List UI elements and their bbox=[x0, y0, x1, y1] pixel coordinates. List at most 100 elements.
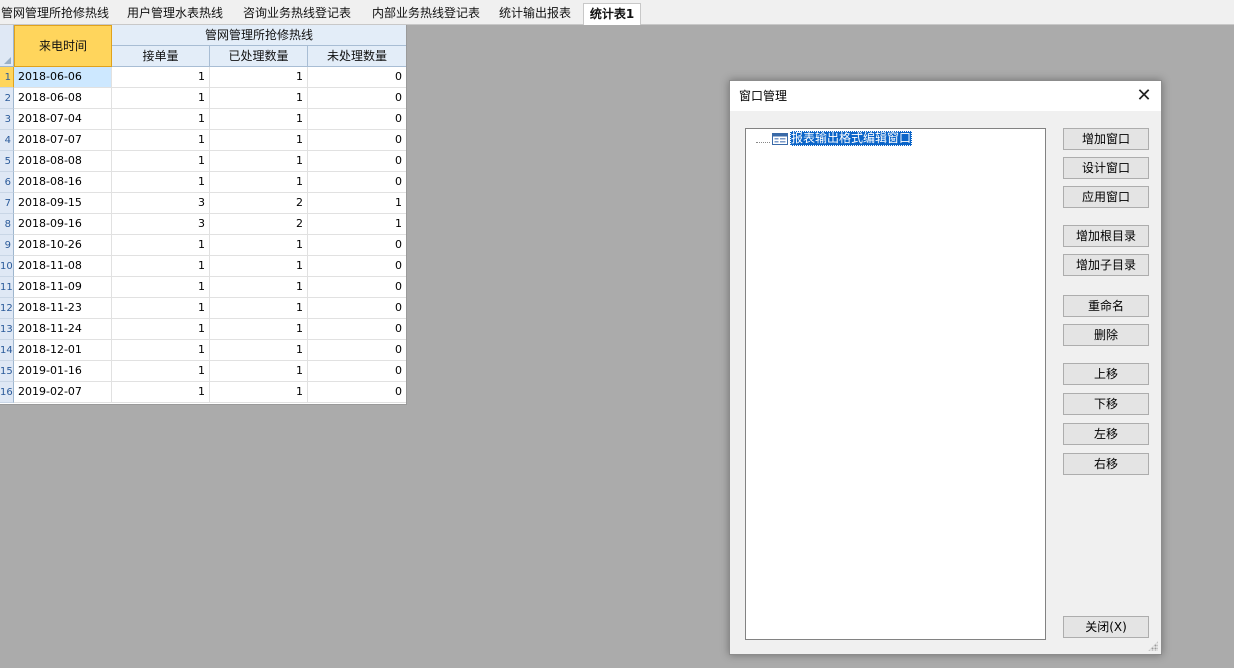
grid-select-all-corner[interactable] bbox=[0, 25, 14, 67]
tab-internal-hotline[interactable]: 内部业务热线登记表 bbox=[367, 3, 485, 24]
dialog-titlebar[interactable]: 窗口管理 ✕ bbox=[730, 81, 1161, 111]
cell-unprocessed[interactable]: 0 bbox=[308, 361, 406, 382]
close-icon[interactable]: ✕ bbox=[1133, 85, 1155, 107]
tab-user-water-meter[interactable]: 用户管理水表热线 bbox=[122, 3, 228, 24]
cell-received[interactable]: 1 bbox=[112, 298, 210, 319]
cell-processed[interactable]: 1 bbox=[210, 277, 308, 298]
cell-received[interactable]: 1 bbox=[112, 382, 210, 403]
cell-unprocessed[interactable]: 1 bbox=[308, 193, 406, 214]
row-header[interactable]: 13 bbox=[0, 319, 14, 340]
cell-received[interactable]: 1 bbox=[112, 319, 210, 340]
cell-call-time[interactable]: 2018-08-16 bbox=[14, 172, 112, 193]
cell-unprocessed[interactable]: 1 bbox=[308, 214, 406, 235]
close-button[interactable]: 关闭(X) bbox=[1063, 616, 1149, 638]
cell-call-time[interactable]: 2018-09-15 bbox=[14, 193, 112, 214]
cell-received[interactable]: 3 bbox=[112, 193, 210, 214]
cell-received[interactable]: 1 bbox=[112, 235, 210, 256]
cell-unprocessed[interactable]: 0 bbox=[308, 88, 406, 109]
cell-call-time[interactable]: 2019-01-16 bbox=[14, 361, 112, 382]
move-right-button[interactable]: 右移 bbox=[1063, 453, 1149, 475]
cell-processed[interactable]: 1 bbox=[210, 340, 308, 361]
cell-received[interactable]: 1 bbox=[112, 361, 210, 382]
cell-unprocessed[interactable]: 0 bbox=[308, 298, 406, 319]
row-header[interactable]: 5 bbox=[0, 151, 14, 172]
add-root-directory-button[interactable]: 增加根目录 bbox=[1063, 225, 1149, 247]
tab-pipe-network-repair[interactable]: 管网管理所抢修热线 bbox=[0, 3, 110, 24]
row-header[interactable]: 6 bbox=[0, 172, 14, 193]
row-header[interactable]: 3 bbox=[0, 109, 14, 130]
cell-processed[interactable]: 1 bbox=[210, 361, 308, 382]
cell-received[interactable]: 1 bbox=[112, 130, 210, 151]
cell-processed[interactable]: 1 bbox=[210, 67, 308, 88]
cell-call-time[interactable]: 2018-11-23 bbox=[14, 298, 112, 319]
move-down-button[interactable]: 下移 bbox=[1063, 393, 1149, 415]
apply-window-button[interactable]: 应用窗口 bbox=[1063, 186, 1149, 208]
cell-processed[interactable]: 1 bbox=[210, 88, 308, 109]
cell-unprocessed[interactable]: 0 bbox=[308, 151, 406, 172]
row-header[interactable]: 8 bbox=[0, 214, 14, 235]
cell-received[interactable]: 1 bbox=[112, 172, 210, 193]
cell-call-time[interactable]: 2018-06-06 bbox=[14, 67, 112, 88]
cell-call-time[interactable]: 2018-12-01 bbox=[14, 340, 112, 361]
cell-received[interactable]: 1 bbox=[112, 88, 210, 109]
move-left-button[interactable]: 左移 bbox=[1063, 423, 1149, 445]
row-header[interactable]: 16 bbox=[0, 382, 14, 403]
move-up-button[interactable]: 上移 bbox=[1063, 363, 1149, 385]
cell-call-time[interactable]: 2018-08-08 bbox=[14, 151, 112, 172]
cell-unprocessed[interactable]: 0 bbox=[308, 256, 406, 277]
cell-received[interactable]: 1 bbox=[112, 340, 210, 361]
cell-call-time[interactable]: 2018-10-26 bbox=[14, 235, 112, 256]
row-header[interactable]: 14 bbox=[0, 340, 14, 361]
cell-received[interactable]: 1 bbox=[112, 277, 210, 298]
cell-processed[interactable]: 1 bbox=[210, 130, 308, 151]
cell-processed[interactable]: 2 bbox=[210, 193, 308, 214]
row-header[interactable]: 12 bbox=[0, 298, 14, 319]
cell-processed[interactable]: 1 bbox=[210, 298, 308, 319]
header-call-time[interactable]: 来电时间 bbox=[14, 25, 112, 67]
row-header[interactable]: 15 bbox=[0, 361, 14, 382]
cell-processed[interactable]: 1 bbox=[210, 109, 308, 130]
cell-unprocessed[interactable]: 0 bbox=[308, 130, 406, 151]
add-window-button[interactable]: 增加窗口 bbox=[1063, 128, 1149, 150]
cell-call-time[interactable]: 2018-11-09 bbox=[14, 277, 112, 298]
header-processed-count[interactable]: 已处理数量 bbox=[210, 46, 308, 67]
cell-unprocessed[interactable]: 0 bbox=[308, 235, 406, 256]
cell-unprocessed[interactable]: 0 bbox=[308, 67, 406, 88]
row-header[interactable]: 2 bbox=[0, 88, 14, 109]
row-header[interactable]: 11 bbox=[0, 277, 14, 298]
statistics-grid[interactable]: 来电时间 管网管理所抢修热线 接单量 已处理数量 未处理数量 1 2018-06-… bbox=[0, 25, 407, 405]
window-tree[interactable]: 报表输出格式编辑窗口 bbox=[745, 128, 1046, 640]
cell-unprocessed[interactable]: 0 bbox=[308, 109, 406, 130]
header-group-pipe-repair[interactable]: 管网管理所抢修热线 bbox=[112, 25, 406, 46]
cell-unprocessed[interactable]: 0 bbox=[308, 319, 406, 340]
row-header[interactable]: 7 bbox=[0, 193, 14, 214]
row-header[interactable]: 4 bbox=[0, 130, 14, 151]
cell-processed[interactable]: 1 bbox=[210, 235, 308, 256]
cell-processed[interactable]: 1 bbox=[210, 172, 308, 193]
cell-call-time[interactable]: 2018-09-16 bbox=[14, 214, 112, 235]
cell-call-time[interactable]: 2018-11-08 bbox=[14, 256, 112, 277]
cell-call-time[interactable]: 2018-11-24 bbox=[14, 319, 112, 340]
cell-unprocessed[interactable]: 0 bbox=[308, 277, 406, 298]
row-header[interactable]: 10 bbox=[0, 256, 14, 277]
cell-call-time[interactable]: 2018-07-07 bbox=[14, 130, 112, 151]
cell-call-time[interactable]: 2019-02-07 bbox=[14, 382, 112, 403]
tab-statistics-report[interactable]: 统计输出报表 bbox=[494, 3, 576, 24]
cell-received[interactable]: 1 bbox=[112, 109, 210, 130]
row-header[interactable]: 9 bbox=[0, 235, 14, 256]
design-window-button[interactable]: 设计窗口 bbox=[1063, 157, 1149, 179]
cell-received[interactable]: 1 bbox=[112, 256, 210, 277]
cell-call-time[interactable]: 2018-07-04 bbox=[14, 109, 112, 130]
tab-consulting-hotline[interactable]: 咨询业务热线登记表 bbox=[238, 3, 356, 24]
rename-button[interactable]: 重命名 bbox=[1063, 295, 1149, 317]
cell-processed[interactable]: 1 bbox=[210, 382, 308, 403]
tree-node-report-format-window[interactable]: 报表输出格式编辑窗口 bbox=[756, 131, 913, 147]
cell-unprocessed[interactable]: 0 bbox=[308, 340, 406, 361]
cell-received[interactable]: 3 bbox=[112, 214, 210, 235]
row-header[interactable]: 1 bbox=[0, 67, 14, 88]
cell-processed[interactable]: 2 bbox=[210, 214, 308, 235]
header-received-count[interactable]: 接单量 bbox=[112, 46, 210, 67]
tab-statistics-table-1[interactable]: 统计表1 bbox=[583, 3, 641, 25]
cell-received[interactable]: 1 bbox=[112, 67, 210, 88]
cell-processed[interactable]: 1 bbox=[210, 319, 308, 340]
